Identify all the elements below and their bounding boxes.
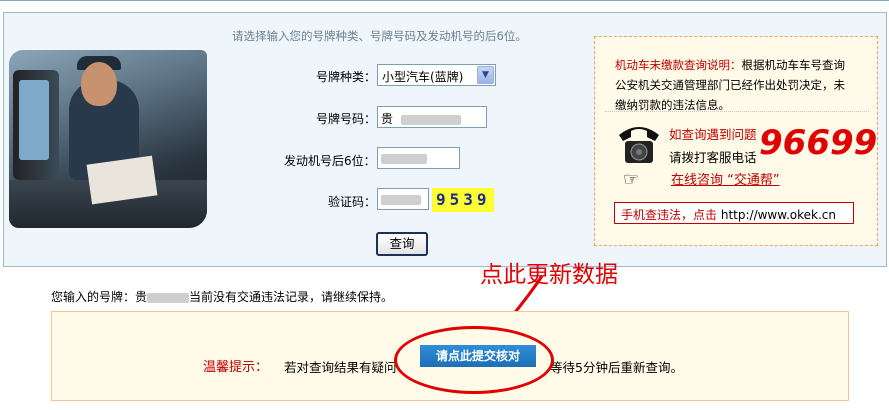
captcha-image: 9539 [432, 188, 494, 212]
pointing-hand-icon: ☞ [623, 169, 640, 190]
result-suffix: 当前没有交通违法记录，请继续保持。 [189, 290, 394, 304]
info-divider [605, 111, 869, 112]
chevron-down-icon[interactable]: ▼ [477, 66, 494, 84]
captcha-label: 验证码： [328, 195, 377, 209]
monitor-graphic [13, 70, 59, 180]
tip-text-after: 等待5分钟后重新查询。 [550, 360, 683, 375]
plate-type-value: 小型汽车(蓝牌) [382, 70, 464, 84]
engine-number-label: 发动机号后6位： [284, 154, 376, 168]
mobile-query-link[interactable]: 手机查违法，点击 http://www.okek.cn [614, 202, 854, 224]
info-dial: 请拨打客服电话 [669, 150, 757, 165]
engine-number-input[interactable] [377, 147, 460, 169]
info-description: 机动车未缴款查询说明：根据机动车车号查询公安机关交通管理部门已经作出处罚决定，未… [615, 55, 855, 115]
tip-title: 温馨提示： [203, 360, 269, 375]
result-plate: 贵 [135, 290, 190, 304]
mobile-prefix: 手机查违法，点击 [621, 208, 718, 222]
plate-number-input[interactable]: 贵 [377, 106, 487, 128]
plate-type-select[interactable]: 小型汽车(蓝牌) ▼ [377, 64, 496, 86]
plate-type-label: 号牌种类： [316, 70, 377, 84]
hotline-number: 96699 [759, 123, 878, 163]
officer-photo [9, 50, 207, 228]
tip-text-before: 若对查询结果有疑问 [284, 360, 397, 375]
result-message: 您输入的号牌：贵 当前没有交通违法记录，请继续保持。 [51, 288, 393, 305]
redacted-engine [381, 153, 427, 164]
info-problem: 如查询遇到问题 [669, 127, 757, 142]
redacted-captcha [381, 194, 421, 205]
top-divider [0, 0, 889, 1]
annotation-ellipse [394, 326, 554, 394]
captcha-input[interactable] [377, 188, 429, 210]
face-graphic [81, 62, 117, 106]
mobile-url: http://www.okek.cn [720, 208, 836, 222]
form-hint: 请选择输入您的号牌种类、号牌号码及发动机号的后6位。 [232, 29, 527, 43]
tip-box: 温馨提示： 若对查询结果有疑问 请点此提交核对 等待5分钟后重新查询。 [51, 311, 849, 401]
plate-number-label: 号牌号码： [316, 112, 377, 126]
query-button[interactable]: 查询 [376, 232, 428, 256]
info-title: 机动车未缴款查询说明： [615, 58, 742, 72]
info-box: 机动车未缴款查询说明：根据机动车车号查询公安机关交通管理部门已经作出处罚决定，未… [594, 36, 878, 246]
result-prefix: 您输入的号牌： [51, 290, 136, 304]
plate-number-value: 贵 [381, 112, 394, 126]
redacted-plate [400, 114, 461, 125]
redacted-result-plate [147, 292, 190, 303]
telephone-icon [619, 127, 659, 163]
online-consult-link[interactable]: 在线咨询 “交通帮” [671, 169, 780, 188]
